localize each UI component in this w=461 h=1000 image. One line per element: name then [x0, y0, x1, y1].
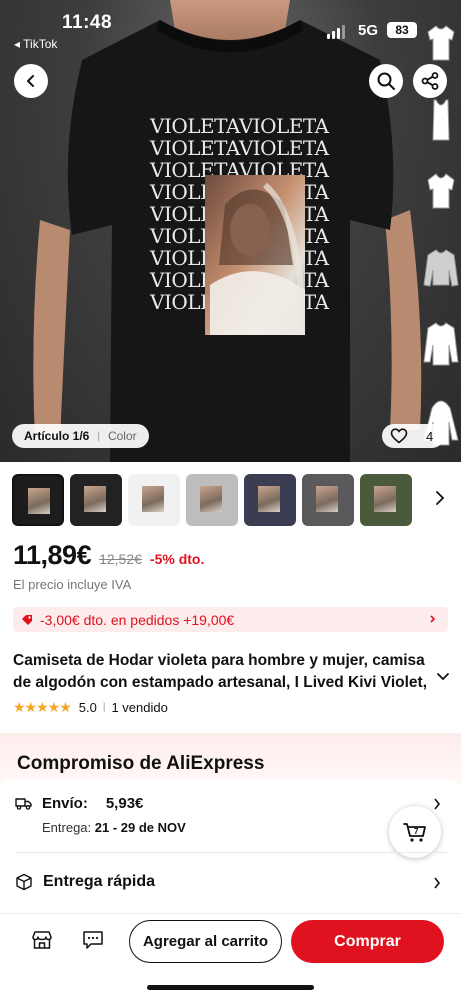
chevron-left-icon — [27, 75, 34, 87]
thumbnail-variant[interactable] — [128, 474, 180, 526]
signal-icon — [327, 25, 345, 39]
price-row: 11,89€ 12,52€ -5% dto. — [13, 540, 204, 571]
vat-note: El precio incluye IVA — [13, 577, 132, 592]
thumbnail-variant[interactable] — [186, 474, 238, 526]
cart-icon: 7 — [403, 823, 426, 842]
shipping-cost: 5,93€ — [105, 795, 144, 812]
star-rating-icon: ★★★★★ — [13, 699, 72, 715]
delivery-dates: 21 - 29 de NOV — [94, 820, 186, 835]
add-to-cart-button[interactable]: Agregar al carrito — [129, 920, 282, 963]
chat-icon[interactable] — [82, 929, 104, 951]
search-button[interactable] — [369, 64, 403, 98]
clock: 11:48 — [62, 12, 113, 33]
print-line: VIOLETAVIOLETA — [150, 136, 329, 160]
commitment-title: Compromiso de AliExpress — [17, 753, 265, 774]
store-icon[interactable] — [31, 929, 53, 951]
rating-separator: | — [102, 702, 106, 713]
current-price: 11,89€ — [13, 540, 92, 570]
print-photo — [205, 175, 305, 335]
chevron-down-icon[interactable] — [436, 672, 450, 682]
wishlist-button[interactable]: 4 — [382, 424, 444, 448]
chevron-right-icon — [434, 877, 441, 889]
thumbnail-variant[interactable] — [70, 474, 122, 526]
thumbnail-variant[interactable] — [12, 474, 64, 526]
status-bar: 11:48 ◂ TikTok 5G 83 — [0, 0, 461, 60]
discount-badge: -5% dto. — [149, 551, 205, 567]
box-icon — [16, 873, 32, 891]
cart-floating-button[interactable]: 7 — [389, 806, 441, 858]
pill-separator: | — [97, 430, 100, 442]
coupon-text: -3,00€ dto. en pedidos +19,00€ — [40, 611, 235, 628]
back-to-app-link[interactable]: ◂ TikTok — [14, 37, 57, 51]
product-title[interactable]: Camiseta de Hodar violeta para hombre y … — [13, 650, 433, 694]
home-indicator — [147, 985, 314, 990]
share-button[interactable] — [413, 64, 447, 98]
section-divider — [15, 852, 447, 853]
truck-icon — [15, 798, 32, 810]
coupon-banner[interactable]: -3,00€ dto. en pedidos +19,00€ — [13, 607, 448, 632]
battery-icon: 83 — [387, 22, 417, 38]
heart-icon — [390, 428, 408, 444]
variant-thumbnails — [0, 462, 461, 538]
color-label: Color — [107, 429, 137, 443]
original-price: 12,52€ — [99, 551, 142, 567]
sold-count: 1 vendido — [111, 700, 168, 715]
rating-row[interactable]: ★★★★★ 5.0 | 1 vendido — [13, 699, 168, 716]
fast-delivery-label: Entrega rápida — [43, 873, 156, 890]
chevron-right-icon — [434, 798, 441, 810]
fast-delivery-row[interactable]: Entrega rápida — [15, 873, 155, 891]
shipping-row[interactable]: Envío: 5,93€ — [15, 795, 143, 812]
chevron-right-icon[interactable] — [434, 490, 446, 506]
thumbnail-variant[interactable] — [302, 474, 354, 526]
delivery-estimate: Entrega: 21 - 29 de NOV — [42, 820, 186, 835]
svg-text:7: 7 — [414, 827, 419, 836]
buy-now-button[interactable]: Comprar — [291, 920, 444, 963]
share-icon — [421, 72, 439, 90]
search-icon — [377, 72, 395, 90]
shipping-label: Envío: — [42, 795, 88, 812]
article-counter: Artículo 1/6 — [24, 429, 90, 443]
back-button[interactable] — [14, 64, 48, 98]
network-label: 5G — [358, 22, 379, 39]
print-line: VIOLETAVIOLETA — [150, 114, 329, 138]
chevron-right-icon — [430, 615, 436, 623]
thumbnail-variant[interactable] — [360, 474, 412, 526]
delivery-label: Entrega: — [42, 820, 92, 835]
rating-value: 5.0 — [78, 700, 97, 715]
article-color-pill[interactable]: Artículo 1/6 | Color — [12, 424, 149, 448]
wishlist-count: 4 — [426, 428, 434, 444]
thumbnail-variant[interactable] — [244, 474, 296, 526]
coupon-tag-icon — [22, 614, 32, 625]
